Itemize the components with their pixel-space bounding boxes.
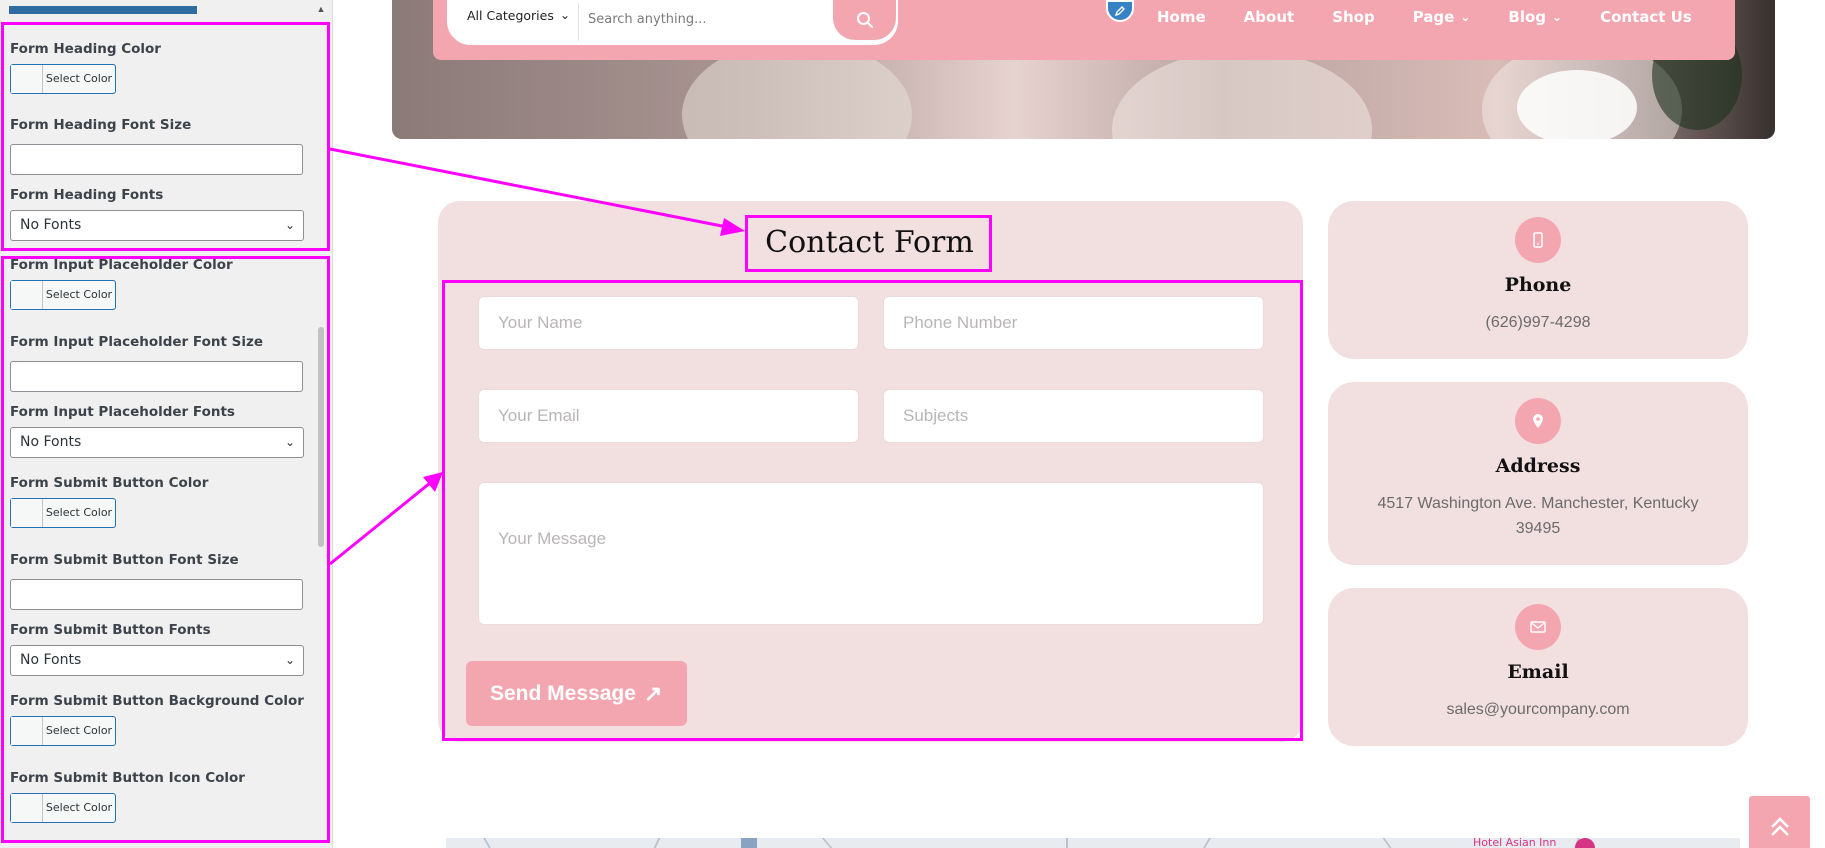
info-card-title: Email [1507,661,1569,683]
search-button[interactable] [833,0,896,40]
sidebar-top-bar [9,6,197,14]
main-nav: Home About Shop Page ⌄ Blog ⌄ Contact Us [1157,8,1730,26]
scroll-up-arrow-icon[interactable]: ▲ [316,4,326,14]
map-marker [741,838,757,848]
info-card-title: Phone [1504,274,1572,296]
nav-label: Page [1412,8,1455,26]
screen: ▲ Form Heading Color Select Color Form H… [0,0,1825,848]
envelope-icon [1530,621,1546,633]
customizer-sidebar: ▲ Form Heading Color Select Color Form H… [0,0,333,848]
search-icon [856,12,873,28]
nav-item-contact-us[interactable]: Contact Us [1600,8,1692,26]
info-card-title: Address [1495,455,1581,477]
pencil-icon [1114,6,1125,17]
nav-item-about[interactable]: About [1244,8,1295,26]
annotation-box-form-controls [1,256,330,843]
nav-item-home[interactable]: Home [1157,8,1206,26]
nav-item-blog[interactable]: Blog ⌄ [1508,8,1562,26]
nav-label: Blog [1508,8,1547,26]
info-card-text: sales@yourcompany.com [1446,701,1630,718]
info-card-text: 4517 Washington Ave. Manchester, Kentuck… [1377,495,1699,537]
chevron-down-icon: ⌄ [1552,10,1563,24]
map-pin-icon [1515,398,1561,444]
annotation-box-title [745,215,992,272]
map-road [1066,838,1068,848]
map-road [653,838,661,848]
map-road [483,838,491,848]
annotation-box-heading-controls [1,22,330,251]
double-chevron-up-icon [1770,816,1789,836]
info-card-email: Email sales@yourcompany.com [1328,588,1748,746]
mobile-phone-icon [1515,217,1561,263]
info-card-address: Address 4517 Washington Ave. Manchester,… [1328,382,1748,565]
mobile-phone-icon [1533,232,1543,248]
nav-item-shop[interactable]: Shop [1332,8,1375,26]
info-card-text: (626)997-4298 [1485,314,1591,331]
envelope-icon [1515,604,1561,650]
map-road [1382,838,1392,848]
nav-label: Shop [1332,8,1375,26]
nav-label: Contact Us [1600,8,1692,26]
map-pin-icon [1533,414,1543,428]
hero-flower-shape [1517,70,1637,139]
nav-label: Home [1157,8,1206,26]
chevron-down-icon: ⌄ [1460,10,1471,24]
search-divider [578,3,579,41]
nav-label: About [1243,8,1295,26]
scroll-to-top-button[interactable] [1749,796,1810,848]
nav-item-page[interactable]: Page ⌄ [1413,8,1471,26]
hero-jar-shape [1112,50,1372,139]
search-input[interactable] [588,8,808,30]
map-place-label[interactable]: Hotel Asian Inn [1473,837,1556,848]
map-road [821,838,833,848]
info-card-phone: Phone (626)997-4298 [1328,201,1748,359]
map-road [1203,838,1211,848]
chevron-down-icon[interactable]: ⌄ [560,8,570,22]
category-select[interactable]: All Categories [467,8,554,23]
annotation-box-form [442,280,1303,741]
